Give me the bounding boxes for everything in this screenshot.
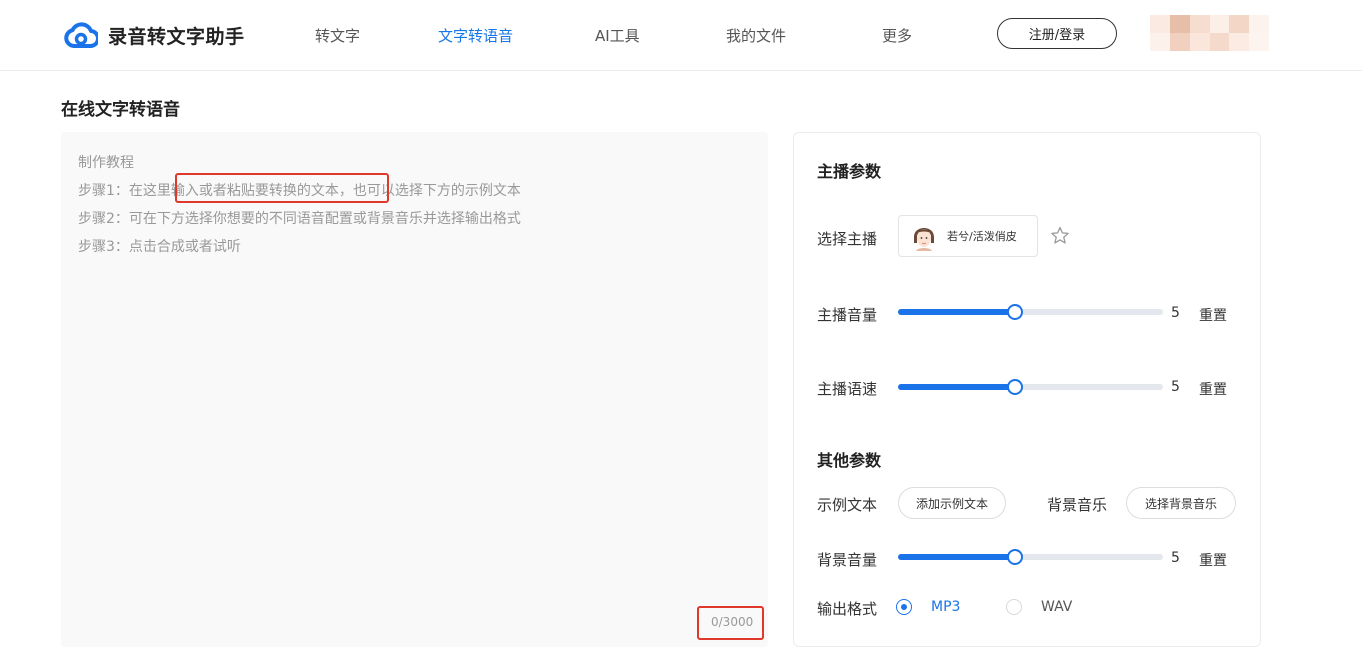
nav-ai-tools[interactable]: AI工具 [595, 25, 640, 46]
select-bg-music-button[interactable]: 选择背景音乐 [1126, 487, 1236, 519]
reset-anchor-volume[interactable]: 重置 [1199, 305, 1227, 325]
blurred-avatar[interactable] [1150, 15, 1269, 51]
tutorial-step-3: 步骤3：点击合成或者试听 [78, 239, 241, 255]
reset-anchor-speed[interactable]: 重置 [1199, 379, 1227, 399]
nav-speech-to-text[interactable]: 转文字 [315, 25, 360, 46]
page-title: 在线文字转语音 [61, 100, 180, 120]
anchor-avatar-icon [914, 228, 934, 251]
logo[interactable]: 录音转文字助手 [64, 20, 245, 50]
character-counter: 0/3000 [711, 615, 754, 629]
top-header: 录音转文字助手 转文字 文字转语音 AI工具 我的文件 更多 注册/登录 [0, 0, 1362, 71]
format-wav-label[interactable]: WAV [1041, 599, 1072, 615]
format-wav-radio[interactable] [1006, 599, 1022, 615]
bg-volume-value: 5 [1171, 550, 1180, 566]
bg-music-label: 背景音乐 [1047, 496, 1108, 514]
output-format-label: 输出格式 [817, 600, 878, 618]
tutorial-title: 制作教程 [78, 155, 134, 171]
anchor-speed-slider[interactable] [898, 379, 1163, 395]
bg-volume-slider[interactable] [898, 549, 1163, 565]
star-icon[interactable] [1049, 225, 1071, 247]
anchor-volume-slider[interactable] [898, 304, 1163, 320]
nav-more[interactable]: 更多 [882, 25, 912, 46]
anchor-speed-value: 5 [1171, 379, 1180, 395]
select-anchor-label: 选择主播 [817, 230, 878, 248]
tutorial-step-2: 步骤2：可在下方选择你想要的不同语音配置或背景音乐并选择输出格式 [78, 211, 521, 227]
anchor-params-title: 主播参数 [817, 162, 882, 181]
logo-text: 录音转文字助手 [108, 25, 245, 48]
anchor-speed-thumb[interactable] [1006, 379, 1023, 395]
other-params-title: 其他参数 [817, 451, 882, 470]
anchor-volume-thumb[interactable] [1006, 304, 1023, 320]
register-login-button[interactable]: 注册/登录 [997, 18, 1117, 49]
cloud-logo-icon [64, 22, 98, 48]
nav-my-files[interactable]: 我的文件 [726, 25, 786, 46]
bg-volume-label: 背景音量 [817, 551, 878, 569]
anchor-speed-label: 主播语速 [817, 380, 878, 398]
reset-bg-volume[interactable]: 重置 [1199, 550, 1227, 570]
anchor-name: 若兮/活泼俏皮 [947, 230, 1017, 243]
format-mp3-radio[interactable] [896, 599, 912, 615]
format-mp3-label[interactable]: MP3 [931, 599, 960, 615]
select-anchor-button[interactable]: 若兮/活泼俏皮 [898, 215, 1038, 257]
text-editor[interactable]: 制作教程 步骤1：在这里输入或者粘贴要转换的文本，也可以选择下方的示例文本 步骤… [61, 132, 768, 647]
bg-volume-thumb[interactable] [1006, 549, 1023, 565]
anchor-volume-label: 主播音量 [817, 306, 878, 324]
anchor-volume-value: 5 [1171, 305, 1180, 321]
sample-text-label: 示例文本 [817, 496, 878, 514]
nav-text-to-speech[interactable]: 文字转语音 [438, 25, 513, 46]
tutorial-step-1: 步骤1：在这里输入或者粘贴要转换的文本，也可以选择下方的示例文本 [78, 183, 521, 199]
add-sample-text-button[interactable]: 添加示例文本 [898, 487, 1006, 519]
